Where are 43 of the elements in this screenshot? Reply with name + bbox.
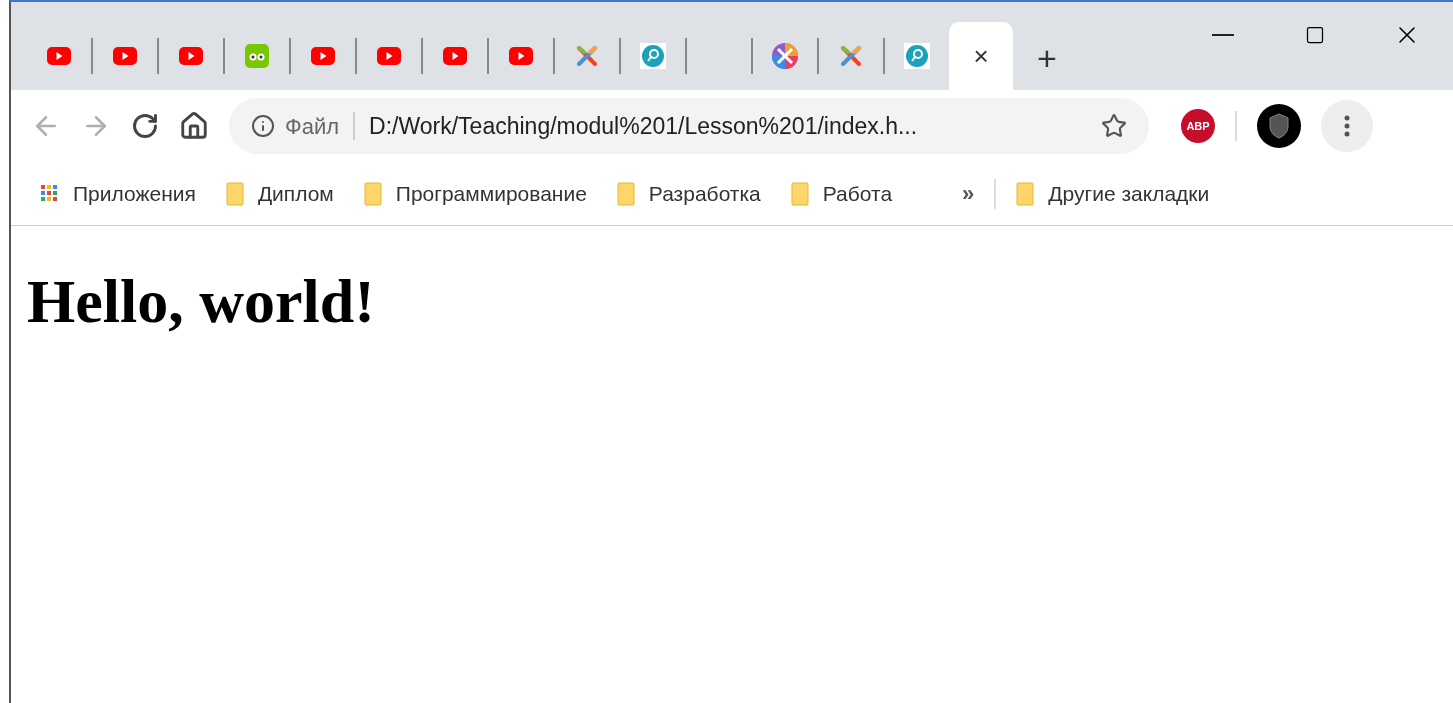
folder-icon: [1016, 181, 1035, 206]
info-icon: [251, 114, 275, 138]
bookmark-item[interactable]: Программирование: [363, 177, 587, 210]
menu-icon: [1344, 115, 1350, 137]
puzzle-knot-icon: [838, 43, 864, 69]
more-bookmarks-chevron[interactable]: »: [962, 177, 975, 210]
file-scheme-label: Файл: [285, 112, 340, 141]
play-icon: [443, 47, 467, 65]
new-tab-button[interactable]: +: [1027, 38, 1067, 78]
shield-extension-icon[interactable]: [1257, 104, 1301, 148]
folder-icon: [790, 181, 809, 206]
play-icon: [311, 47, 335, 65]
url-text: D:/Work/Teaching/modul%201/Lesson%201/index.h...: [369, 111, 919, 141]
folder-icon: [616, 181, 635, 206]
disc-icon: [904, 43, 930, 69]
home-icon[interactable]: [179, 111, 209, 141]
maximize-icon: [1305, 25, 1325, 45]
adblock-badge[interactable]: ABP: [1181, 109, 1215, 143]
page-heading: Hello, world!: [27, 270, 375, 332]
browser-tab[interactable]: ×: [949, 22, 1013, 90]
play-icon: [509, 47, 533, 65]
bookmark-item[interactable]: Разработка: [616, 177, 761, 210]
address-bar[interactable]: Файл D:/Work/Teaching/modul%201/Lesson%201/index.h...: [229, 98, 1149, 154]
owl-icon: [245, 44, 269, 68]
bookmark-item[interactable]: Работа: [790, 177, 893, 210]
color-wheel-icon: [771, 42, 799, 70]
play-icon: [179, 47, 203, 65]
reload-icon[interactable]: [131, 112, 159, 140]
bookmark-item[interactable]: Диплом: [225, 177, 334, 210]
disc-icon: [640, 43, 666, 69]
play-icon: [113, 47, 137, 65]
folder-icon: [225, 181, 244, 206]
play-icon: [47, 47, 71, 65]
folder-icon: [363, 181, 382, 206]
menu-button[interactable]: [1321, 100, 1373, 152]
tab-close-button[interactable]: ×: [973, 43, 989, 69]
bookmark-star-icon[interactable]: [1101, 113, 1127, 139]
minimize-icon: [1212, 34, 1234, 36]
puzzle-knot-icon: [574, 43, 600, 69]
bookmark-item[interactable]: Приложения: [41, 177, 196, 210]
apps-grid-icon: [41, 184, 59, 203]
play-icon: [377, 47, 401, 65]
other-bookmarks-item[interactable]: Другие закладки: [1016, 177, 1210, 210]
